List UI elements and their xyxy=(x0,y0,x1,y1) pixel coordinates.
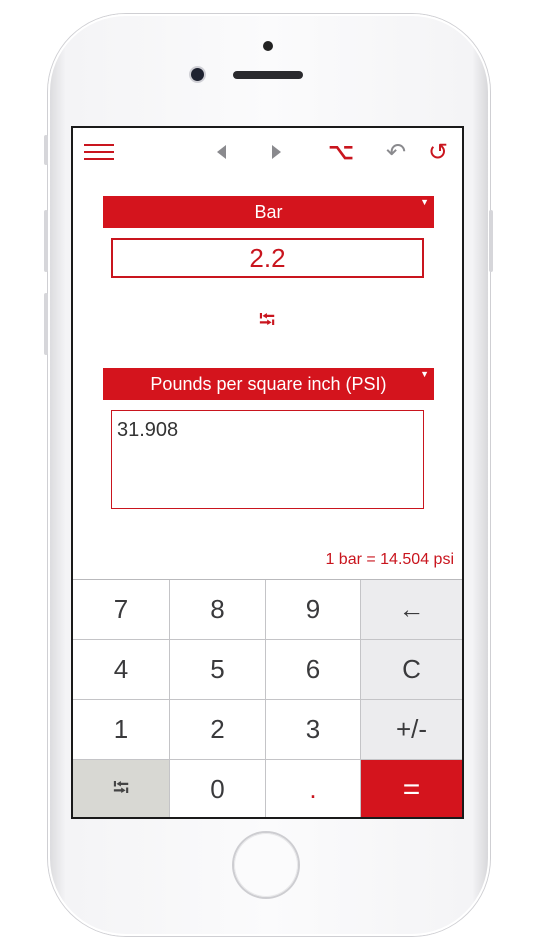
swap-icon: ⭾ xyxy=(258,307,276,332)
key-7[interactable]: 7 xyxy=(73,580,170,640)
decimal-key[interactable]: . xyxy=(266,760,361,817)
swap-key[interactable]: ⭾ xyxy=(73,760,170,817)
from-value-input[interactable]: 2.2 xyxy=(111,238,424,278)
key-1[interactable]: 1 xyxy=(73,700,170,760)
reset-button[interactable]: ↺ xyxy=(425,138,451,166)
to-value-text: 31.908 xyxy=(117,419,179,441)
reset-icon: ↺ xyxy=(427,138,449,166)
earpiece-speaker xyxy=(233,71,303,79)
equals-key[interactable]: = xyxy=(361,760,462,817)
volume-down-button xyxy=(44,293,48,355)
key-2[interactable]: 2 xyxy=(170,700,266,760)
to-value-output[interactable]: 31.908 xyxy=(111,410,424,509)
triangle-left-icon xyxy=(217,145,226,159)
volume-up-button xyxy=(44,210,48,272)
undo-button[interactable]: ↶ xyxy=(383,138,409,166)
dropdown-caret-icon: ▼ xyxy=(420,197,429,207)
option-icon: ⌥ xyxy=(328,139,354,164)
swap-icon: ⭾ xyxy=(112,774,130,800)
power-button xyxy=(489,210,493,272)
conversion-factor: 1 bar = 14.504 psi xyxy=(325,551,454,568)
to-unit-selector[interactable]: Pounds per square inch (PSI) ▼ xyxy=(103,368,434,400)
key-5[interactable]: 5 xyxy=(170,640,266,700)
key-4[interactable]: 4 xyxy=(73,640,170,700)
sign-toggle-key[interactable]: +/- xyxy=(361,700,462,760)
app-screen: ⌥ ↶ ↺ Bar ▼ 2.2 ⭾ Pounds per square inch… xyxy=(71,126,464,819)
back-button[interactable] xyxy=(211,140,233,164)
from-unit-label: Bar xyxy=(254,201,283,222)
front-camera xyxy=(191,68,204,81)
swap-units-button[interactable]: ⭾ xyxy=(253,308,281,332)
from-value-text: 2.2 xyxy=(249,242,286,273)
undo-icon: ↶ xyxy=(385,138,407,166)
key-8[interactable]: 8 xyxy=(170,580,266,640)
backspace-key[interactable]: ← xyxy=(361,580,462,640)
dropdown-caret-icon: ▼ xyxy=(420,369,429,379)
toolbar: ⌥ ↶ ↺ xyxy=(73,128,462,176)
home-button[interactable] xyxy=(234,833,298,897)
menu-button[interactable] xyxy=(83,140,115,164)
sensor-dot xyxy=(263,41,273,51)
forward-button[interactable] xyxy=(265,140,287,164)
triangle-right-icon xyxy=(272,145,281,159)
to-unit-label: Pounds per square inch (PSI) xyxy=(150,373,387,394)
key-9[interactable]: 9 xyxy=(266,580,361,640)
key-3[interactable]: 3 xyxy=(266,700,361,760)
menu-icon xyxy=(84,144,114,160)
from-unit-selector[interactable]: Bar ▼ xyxy=(103,196,434,228)
backspace-arrow-icon: ← xyxy=(398,594,425,624)
mute-switch xyxy=(44,135,48,165)
keypad: 7 8 9 ← 4 5 6 C 1 2 3 +/- ⭾ 0 . = xyxy=(73,579,462,817)
key-6[interactable]: 6 xyxy=(266,640,361,700)
key-0[interactable]: 0 xyxy=(170,760,266,817)
option-button[interactable]: ⌥ xyxy=(327,139,355,164)
clear-key[interactable]: C xyxy=(361,640,462,700)
